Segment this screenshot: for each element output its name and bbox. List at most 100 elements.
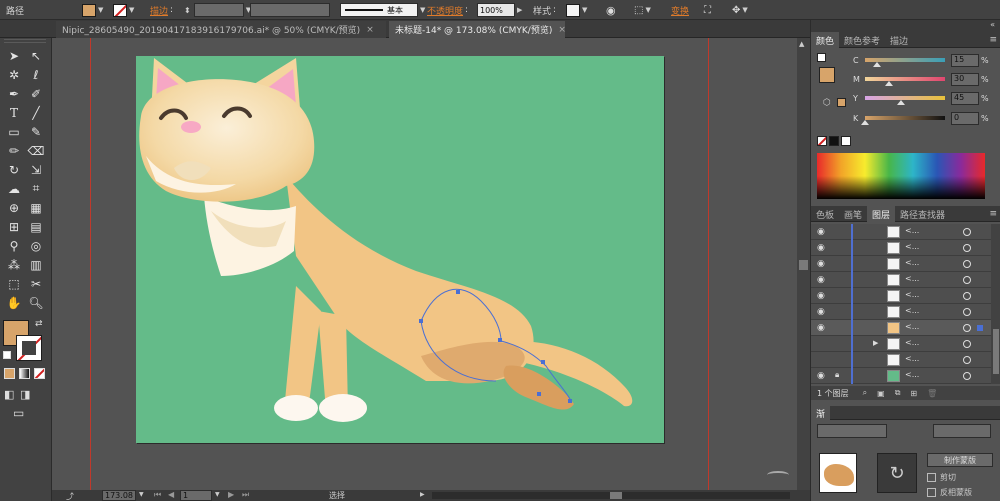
close-icon[interactable]: ×: [366, 25, 374, 35]
arrange-icon[interactable]: ✥ ▼: [732, 0, 748, 20]
slice-icon[interactable]: ✂: [25, 274, 47, 293]
tab-pathfinder[interactable]: 路径查找器: [895, 206, 950, 222]
chevron-right-icon[interactable]: ▶: [420, 491, 425, 498]
variable-width-field[interactable]: [250, 0, 330, 20]
expand-arrow-icon[interactable]: ▶: [873, 339, 878, 347]
swap-colors-icon[interactable]: ⇄: [35, 319, 43, 329]
gamut-color-swatch[interactable]: [837, 98, 846, 107]
perspective-grid-icon[interactable]: ▦: [25, 198, 47, 217]
rotate-icon[interactable]: ↻: [3, 160, 25, 179]
chevron-down-icon[interactable]: ▼: [215, 491, 220, 498]
stroke-mini-swatch[interactable]: [817, 53, 826, 62]
close-icon[interactable]: ×: [558, 25, 566, 35]
anchor-point[interactable]: [541, 360, 545, 364]
slider-knob[interactable]: [885, 81, 893, 86]
lock-icon[interactable]: 🔒︎: [835, 370, 839, 380]
curvature-icon[interactable]: ✐: [25, 84, 47, 103]
scale-icon[interactable]: ⇲: [25, 160, 47, 179]
target-icon[interactable]: [963, 276, 971, 284]
eye-icon[interactable]: ◉: [817, 243, 825, 253]
warp-icon[interactable]: ☁: [3, 179, 25, 198]
target-icon[interactable]: [963, 340, 971, 348]
target-icon[interactable]: [963, 260, 971, 268]
tab-nipic-document[interactable]: Nipic_28605490_20190417183916179706.ai* …: [56, 21, 386, 38]
stepper-icon[interactable]: ⬍: [184, 6, 191, 15]
free-transform-icon[interactable]: ⌗: [25, 179, 47, 198]
tab-swatches[interactable]: 色板: [811, 206, 839, 222]
slider-m[interactable]: M 30 %: [853, 72, 989, 86]
pencil-icon[interactable]: ✏: [3, 141, 25, 160]
scroll-up-icon[interactable]: ▲: [799, 40, 804, 48]
layer-row[interactable]: ◉ <...: [811, 224, 991, 240]
shape-builder-icon[interactable]: ⊕: [3, 198, 25, 217]
column-graph-icon[interactable]: ▥: [25, 255, 47, 274]
artboard[interactable]: [136, 56, 664, 443]
slider-knob[interactable]: [897, 100, 905, 105]
default-colors-icon[interactable]: [3, 351, 11, 359]
color-mode-icon[interactable]: [4, 368, 15, 379]
anchor-point[interactable]: [537, 392, 541, 396]
graphic-style-control[interactable]: ▼: [566, 0, 587, 20]
color-spectrum[interactable]: [817, 153, 985, 199]
line-icon[interactable]: ╱: [25, 103, 47, 122]
layer-row[interactable]: ◉ <...: [811, 256, 991, 272]
target-icon[interactable]: [963, 356, 971, 364]
collapse-icon[interactable]: «: [990, 20, 995, 29]
eraser-icon[interactable]: ⌫: [25, 141, 47, 160]
slider-track[interactable]: [865, 96, 945, 105]
new-layer-icon[interactable]: ⊞: [910, 389, 917, 398]
mesh-icon[interactable]: ⊞: [3, 217, 25, 236]
slider-c[interactable]: C 15 %: [853, 53, 989, 67]
zoom-icon[interactable]: 🔍︎: [25, 293, 47, 312]
zoom-field[interactable]: 173.08: [102, 490, 136, 501]
slider-knob[interactable]: [873, 62, 881, 67]
anchor-point[interactable]: [568, 399, 572, 403]
tab-color-guide[interactable]: 颜色参考: [839, 32, 885, 48]
stroke-none-swatch[interactable]: [113, 3, 127, 17]
tab-color[interactable]: 颜色: [811, 32, 840, 48]
layer-row[interactable]: ◉ <...: [811, 304, 991, 320]
target-icon[interactable]: [963, 292, 971, 300]
blend-icon[interactable]: ◎: [25, 236, 47, 255]
locate-object-icon[interactable]: ⌕: [863, 388, 867, 398]
layers-scroll-thumb[interactable]: [993, 329, 999, 374]
slider-track[interactable]: [865, 77, 945, 86]
target-icon[interactable]: [963, 228, 971, 236]
eye-icon[interactable]: ◉: [817, 291, 825, 301]
blend-mode-select[interactable]: [817, 424, 887, 438]
anchor-point[interactable]: [456, 290, 460, 294]
layer-row[interactable]: ◉ <...: [811, 272, 991, 288]
layer-row-selected[interactable]: ◉ <...: [811, 320, 991, 336]
target-icon[interactable]: [963, 308, 971, 316]
stroke-link[interactable]: 描边 :: [150, 0, 173, 20]
h-scroll-thumb[interactable]: [610, 492, 622, 499]
fill-mini-swatch[interactable]: [819, 67, 835, 83]
next-page-icon[interactable]: ▶: [228, 490, 234, 499]
last-page-icon[interactable]: ⏭: [242, 490, 249, 500]
gradient-mode-icon[interactable]: [19, 368, 30, 379]
tab-untitled-14[interactable]: 未标题-14* @ 173.08% (CMYK/预览) ×: [389, 21, 566, 38]
invert-mask-checkbox[interactable]: [927, 488, 936, 497]
black-swatch[interactable]: [829, 136, 839, 146]
eye-icon[interactable]: ◉: [817, 275, 825, 285]
tab-brushes[interactable]: 画笔: [839, 206, 867, 222]
stroke-weight-field[interactable]: ⬍ ▼: [182, 0, 251, 20]
selection-arrow-icon[interactable]: ➤: [3, 46, 25, 65]
slider-knob[interactable]: [861, 120, 869, 125]
out-of-gamut-icon[interactable]: ⬡: [823, 98, 831, 108]
eye-icon[interactable]: ◉: [817, 259, 825, 269]
dock-header[interactable]: «: [811, 20, 1000, 32]
align-icon[interactable]: ⬚ ▼: [634, 0, 651, 20]
target-icon[interactable]: [963, 324, 971, 332]
layer-row[interactable]: ▶ <...: [811, 336, 991, 352]
artboard-icon[interactable]: ⬚: [3, 274, 25, 293]
vertical-scrollbar[interactable]: ▲: [797, 38, 810, 490]
clipping-mask-icon[interactable]: ▣: [877, 389, 885, 398]
fill-color-control[interactable]: ▼: [82, 0, 103, 20]
magic-wand-icon[interactable]: ✲: [3, 65, 25, 84]
delete-icon[interactable]: 🗑︎: [927, 389, 937, 398]
panel-grip[interactable]: [4, 39, 46, 43]
recolor-icon[interactable]: ◉: [606, 0, 616, 20]
eye-icon[interactable]: ◉: [817, 227, 825, 237]
anchor-point[interactable]: [419, 319, 423, 323]
